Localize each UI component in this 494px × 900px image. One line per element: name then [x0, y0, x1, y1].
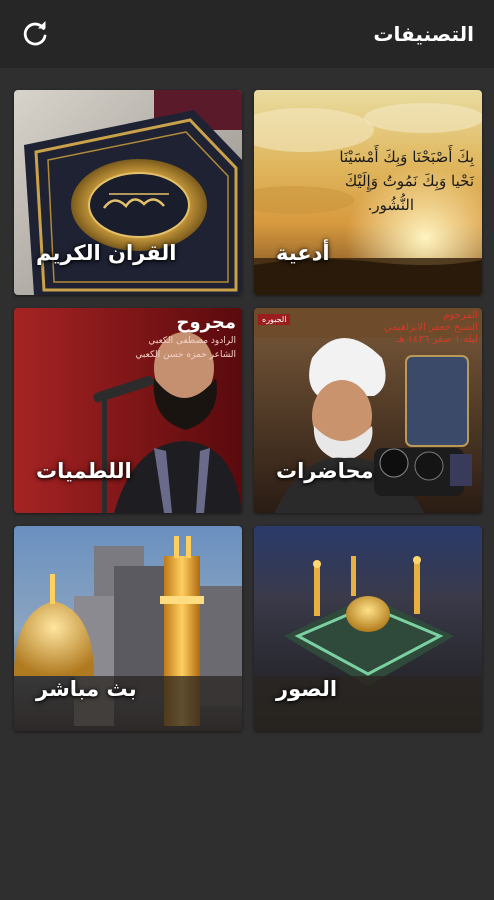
category-card-quran[interactable]: القران الكريم — [14, 90, 242, 295]
category-card-pictures[interactable]: الصور — [254, 526, 482, 731]
banner-title: مجروح — [176, 312, 236, 333]
category-label: بث مباشر — [36, 677, 137, 701]
refresh-icon — [23, 21, 47, 46]
category-card-lectures[interactable]: الجبوره المرحوم الشيخ جعفر الابراهيمي لي… — [254, 308, 482, 513]
banner-line-2: الشيخ جعفر الابراهيمي — [383, 322, 478, 333]
app-bar: التصنيفات — [0, 0, 494, 68]
category-card-latmiyat[interactable]: مجروح الرادود مصطفى الكعبي الشاعر حمزه ح… — [14, 308, 242, 513]
verse-line-2: نَحْيا وَبِكَ نَمُوتُ وَإِلَيْكَ — [344, 172, 474, 190]
category-label: الصور — [276, 677, 338, 701]
verse-line-1: بِكَ أَصْبَحْنَا وَبِكَ أَمْسَيْنَا — [339, 148, 474, 166]
channel-tag: الجبوره — [258, 314, 291, 325]
category-label: أدعية — [276, 241, 330, 265]
verse-line-3: النُّشُور. — [367, 196, 414, 214]
category-label: محاضرات — [276, 459, 374, 483]
banner-line-1: المرحوم — [443, 310, 478, 321]
category-label: القران الكريم — [36, 241, 177, 265]
category-card-supplications[interactable]: بِكَ أَصْبَحْنَا وَبِكَ أَمْسَيْنَا نَحْ… — [254, 90, 482, 295]
page-title: التصنيفات — [373, 22, 474, 46]
banner-line-2: الرادود مصطفى الكعبي — [148, 336, 236, 346]
refresh-button[interactable] — [18, 17, 52, 51]
category-label: اللطميات — [36, 459, 132, 483]
category-card-live-broadcast[interactable]: بث مباشر — [14, 526, 242, 731]
banner-line-3: الشاعر حمزه حسن الكعبي — [135, 350, 236, 360]
banner-line-3: ليلة ١ صفر ١٤٣٦ هـ — [396, 334, 478, 345]
